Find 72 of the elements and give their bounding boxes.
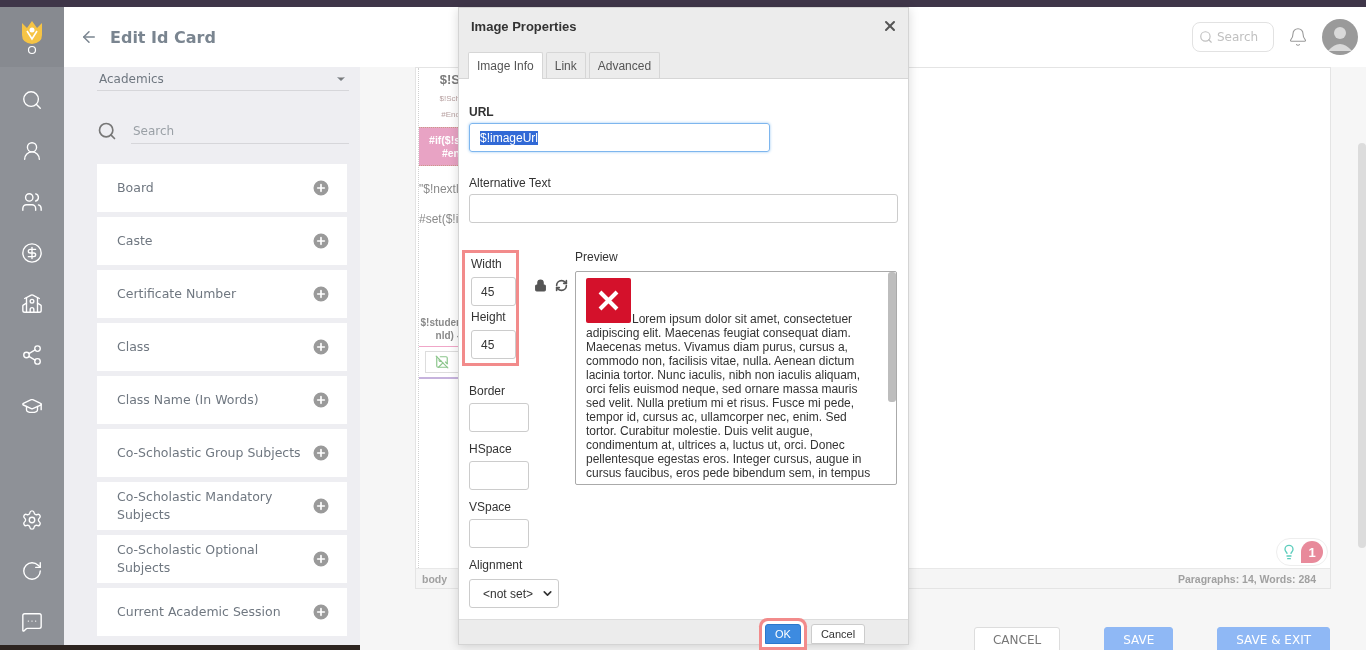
add-icon[interactable] [311,337,331,357]
field-label: Height [471,310,507,324]
close-icon[interactable] [882,18,898,34]
lock-icon[interactable] [534,279,547,292]
search-icon [97,121,117,141]
template-code: $!S [438,72,460,87]
field-item[interactable]: Class Name (In Words) [97,376,347,424]
tab[interactable]: Link [545,52,586,78]
field-item[interactable]: Caste [97,217,347,265]
field-item[interactable]: Board [97,164,347,212]
refresh-icon[interactable] [21,560,43,582]
field-label: Alignment [469,558,524,572]
field-item[interactable]: Co-Scholastic Optional Subjects [97,535,347,583]
word-count: Paragraphs: 14, Words: 284 [1177,572,1316,585]
height-field[interactable]: 45 [471,330,516,359]
add-icon[interactable] [311,284,331,304]
field-item[interactable]: Class [97,323,347,371]
field-label: Border [469,384,507,398]
add-icon[interactable] [311,231,331,251]
scrollbar-thumb[interactable] [888,272,896,402]
dialog-button[interactable]: Cancel [810,624,866,644]
scrollbar[interactable] [1358,143,1366,548]
template-code: "$!nextl [419,182,460,196]
add-icon[interactable] [311,443,331,463]
field-item[interactable]: Co-Scholastic Group Subjects [97,429,347,477]
preview-text: Lorem ipsum dolor sit amet, consectetuer adipiscing elit. Maecenas feugiat consequat diam. Maecenas metus. Vivamus diam purus, cursus a, commodo non, facilisis vitae, nulla. Aenean dictum lacinia tortor. Nunc iaculis, nibh non iaculis aliquam, orci felis euismod neque, sed ornare massa mauris sed velit. Nulla pretium mi et risus. Fusce mi pede, tempor id, cursus ac, ullamcorper nec, enim. Sed tortor. Curabitur molestie. Duis velit augue, condimentum at, ultrices a, luctus ut, orci. Donec pellentesque egestas eros. Integer cursus, augue in cursus faucibus, eros pede bibendum sem, in tempus [586,278,884,480]
field-label: Width [471,257,503,271]
back-icon[interactable] [80,28,98,46]
page-title: Edit Id Card [110,27,216,47]
search-icon[interactable] [21,89,43,111]
logo-icon [20,19,44,55]
category-dropdown[interactable]: Academics [97,67,349,91]
field-label: HSpace [469,442,513,456]
template-code: #set($!i [419,212,460,226]
tab[interactable]: Advanced [588,52,661,78]
field-item[interactable]: Co-Scholastic Mandatory Subjects [97,482,347,530]
number-field[interactable] [469,403,529,432]
avatar-icon[interactable] [1322,19,1358,55]
url-field[interactable]: $!imageUrl [469,123,770,152]
field-label: URL [469,105,495,119]
add-icon[interactable] [311,602,331,622]
more-icon[interactable] [21,611,43,633]
add-icon[interactable] [311,178,331,198]
dollar-icon[interactable] [21,242,43,264]
add-icon[interactable] [311,549,331,569]
error-image-icon [586,278,631,323]
field-label: Preview [575,250,619,264]
settings-icon[interactable] [21,509,43,531]
action-button[interactable]: CANCEL [973,627,1061,650]
lightbulb-icon[interactable] [1281,544,1297,560]
dialog-title: Image Properties [471,18,577,34]
field-label: Alternative Text [469,176,552,190]
reset-icon[interactable] [555,279,568,292]
field-item[interactable]: Current Academic Session [97,588,347,636]
school-icon[interactable] [21,293,43,315]
network-icon[interactable] [21,344,43,366]
template-code: $!Sch [438,94,460,103]
number-field[interactable] [469,461,529,490]
add-icon[interactable] [311,390,331,410]
alignment-select[interactable]: <not set> [469,579,559,608]
alt-text-field[interactable] [469,194,898,223]
people-icon[interactable] [21,191,43,213]
field-item[interactable]: Certificate Number [97,270,347,318]
field-label: VSpace [469,500,513,514]
search-icon [1199,30,1213,44]
tab[interactable]: Image Info [468,52,543,79]
width-field[interactable]: 45 [471,277,516,306]
number-field[interactable] [469,519,529,548]
count-badge: 1 [1301,541,1323,563]
add-icon[interactable] [311,496,331,516]
bell-icon[interactable] [1288,27,1308,47]
element-path: body [422,572,448,585]
